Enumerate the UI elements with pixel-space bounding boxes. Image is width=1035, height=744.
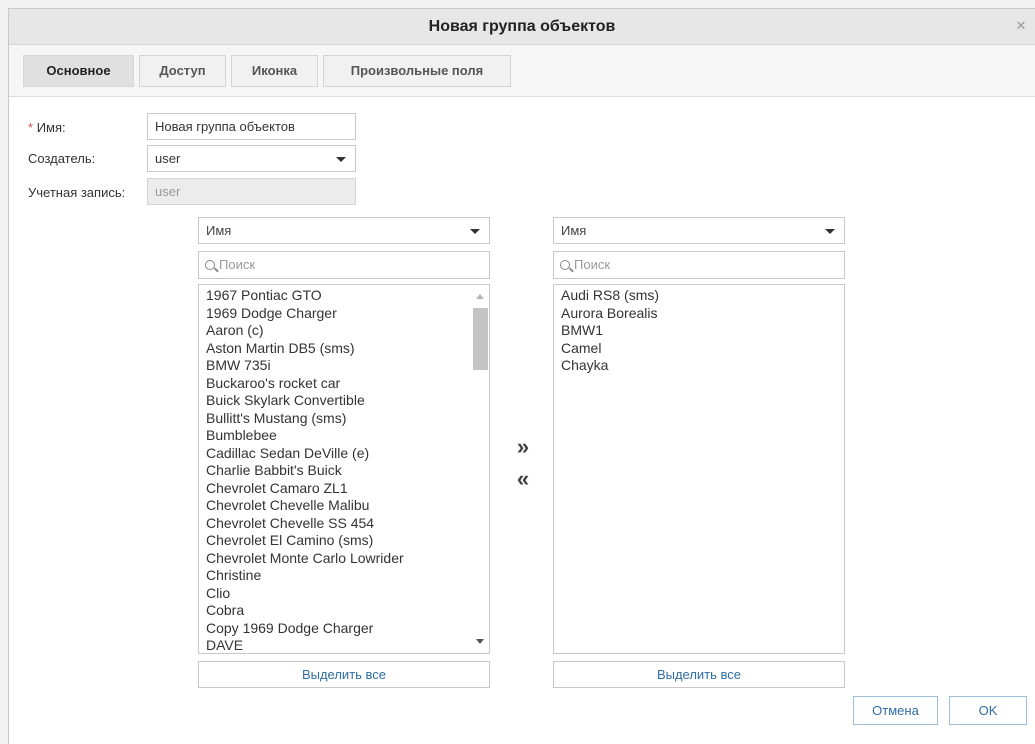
cancel-button[interactable]: Отмена xyxy=(853,696,938,725)
left-search-placeholder: Поиск xyxy=(219,257,256,272)
list-item[interactable]: Christine xyxy=(206,567,489,585)
chevron-down-icon xyxy=(470,229,480,234)
list-item[interactable]: Cobra xyxy=(206,602,489,620)
right-select-all-button[interactable]: Выделить все xyxy=(553,661,845,688)
list-item[interactable]: 1969 Dodge Charger xyxy=(206,305,489,323)
move-right-button[interactable]: » xyxy=(513,436,533,458)
creator-label: Создатель: xyxy=(28,151,96,166)
tab-custom-fields[interactable]: Произвольные поля xyxy=(323,55,511,87)
tab-access[interactable]: Доступ xyxy=(139,55,226,87)
search-icon xyxy=(560,260,570,270)
list-item[interactable]: Bullitt's Mustang (sms) xyxy=(206,410,489,428)
account-label: Учетная запись: xyxy=(28,185,126,200)
dialog-titlebar: Новая группа объектов ✕ xyxy=(9,9,1035,45)
scroll-thumb[interactable] xyxy=(473,308,488,370)
list-item[interactable]: Copy 1969 Dodge Charger xyxy=(206,620,489,638)
list-item[interactable]: Chevrolet Camaro ZL1 xyxy=(206,480,489,498)
close-icon[interactable]: ✕ xyxy=(1013,18,1029,34)
right-search-placeholder: Поиск xyxy=(574,257,611,272)
scroll-up-icon[interactable] xyxy=(476,294,484,299)
account-field: user xyxy=(147,178,356,205)
right-search-input[interactable]: Поиск xyxy=(553,251,845,279)
list-item[interactable]: BMW1 xyxy=(561,322,844,340)
list-item[interactable]: Charlie Babbit's Buick xyxy=(206,462,489,480)
list-item[interactable]: Buick Skylark Convertible xyxy=(206,392,489,410)
list-item[interactable]: Bumblebee xyxy=(206,427,489,445)
list-item[interactable]: Chevrolet Chevelle Malibu xyxy=(206,497,489,515)
list-item[interactable]: Chayka xyxy=(561,357,844,375)
left-sort-select[interactable]: Имя xyxy=(198,217,490,244)
list-item[interactable]: Buckaroo's rocket car xyxy=(206,375,489,393)
list-item[interactable]: Clio xyxy=(206,585,489,603)
list-item[interactable]: Aston Martin DB5 (sms) xyxy=(206,340,489,358)
list-item[interactable]: Chevrolet Monte Carlo Lowrider xyxy=(206,550,489,568)
scroll-down-icon[interactable] xyxy=(476,639,484,644)
name-input[interactable]: Новая группа объектов xyxy=(147,113,356,140)
required-mark: * xyxy=(28,120,34,135)
left-select-all-button[interactable]: Выделить все xyxy=(198,661,490,688)
list-item[interactable]: DAVE xyxy=(206,637,489,653)
tab-bar: Основное Доступ Иконка Произвольные поля xyxy=(9,45,1035,97)
dialog-title: Новая группа объектов xyxy=(428,18,616,35)
left-search-input[interactable]: Поиск xyxy=(198,251,490,279)
list-item[interactable]: Chevrolet Chevelle SS 454 xyxy=(206,515,489,533)
list-item[interactable]: Chevrolet El Camino (sms) xyxy=(206,532,489,550)
list-item[interactable]: Aurora Borealis xyxy=(561,305,844,323)
chevron-down-icon xyxy=(825,229,835,234)
ok-button[interactable]: OK xyxy=(949,696,1027,725)
list-item[interactable]: Cadillac Sedan DeVille (e) xyxy=(206,445,489,463)
name-label-text: Имя: xyxy=(36,120,66,135)
tab-icon[interactable]: Иконка xyxy=(231,55,318,87)
creator-value: user xyxy=(155,151,181,166)
list-item[interactable]: Aaron (c) xyxy=(206,322,489,340)
left-list-scrollbar[interactable] xyxy=(471,286,488,652)
chevron-down-icon xyxy=(336,157,346,162)
right-object-list[interactable]: Audi RS8 (sms) Aurora Borealis BMW1 Camel Ch… xyxy=(553,284,845,654)
move-left-button[interactable]: « xyxy=(513,468,533,490)
right-sort-value: Имя xyxy=(561,223,587,238)
dialog-window: Новая группа объектов ✕ Основное Доступ … xyxy=(8,8,1035,744)
creator-select[interactable]: user xyxy=(147,145,356,172)
right-sort-select[interactable]: Имя xyxy=(553,217,845,244)
left-sort-value: Имя xyxy=(206,223,232,238)
tab-main[interactable]: Основное xyxy=(23,55,134,87)
list-item[interactable]: Camel xyxy=(561,340,844,358)
search-icon xyxy=(205,260,215,270)
left-object-list[interactable]: 1967 Pontiac GTO 1969 Dodge Charger Aaron … xyxy=(198,284,490,654)
list-item[interactable]: 1967 Pontiac GTO xyxy=(206,287,489,305)
name-label: * Имя: xyxy=(28,120,66,135)
list-item[interactable]: Audi RS8 (sms) xyxy=(561,287,844,305)
list-item[interactable]: BMW 735i xyxy=(206,357,489,375)
